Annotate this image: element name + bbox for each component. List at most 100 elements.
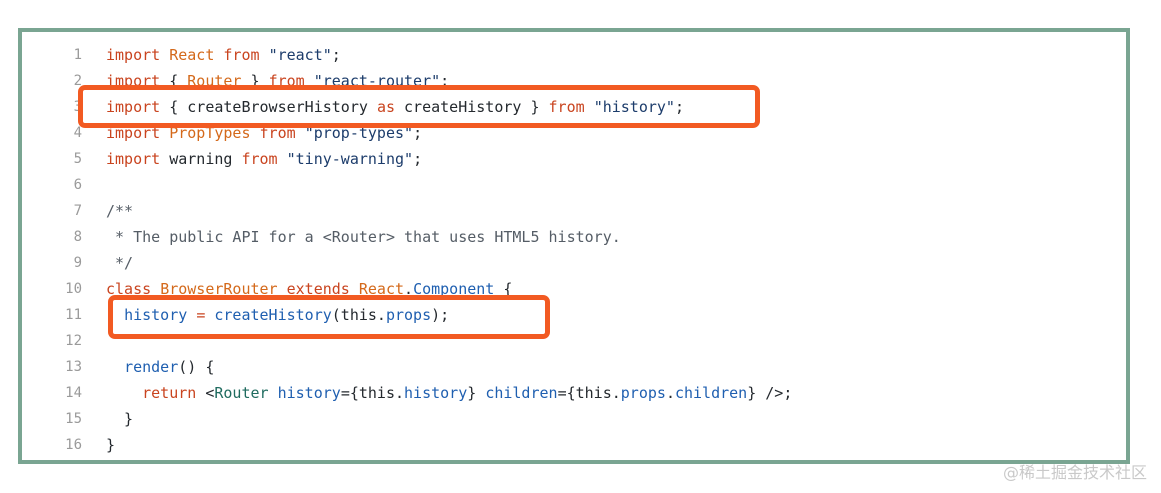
- code-token: PropTypes: [169, 124, 251, 142]
- code-line: 16}: [22, 432, 1126, 458]
- code-token: (this.: [331, 306, 386, 324]
- code-token: Router: [214, 384, 269, 402]
- code-text: import warning from "tiny-warning";: [106, 146, 422, 172]
- code-token: from: [223, 46, 260, 64]
- code-token: from: [268, 72, 305, 90]
- code-line: 10 class BrowserRouter extends React.Comp…: [22, 276, 1126, 302]
- code-token: history: [404, 384, 468, 402]
- code-token: import: [106, 46, 161, 64]
- code-token: "history": [593, 98, 675, 116]
- code-token: import: [106, 72, 161, 90]
- code-token: Component: [413, 280, 495, 298]
- code-text: history = createHistory(this.props);: [106, 302, 449, 328]
- code-token: ={this.: [340, 384, 405, 402]
- code-token: */: [106, 254, 134, 272]
- code-token: children: [485, 384, 558, 402]
- line-number: 6: [73, 177, 82, 193]
- line-number: 13: [65, 359, 82, 375]
- code-text: class BrowserRouter extends React.Compon…: [106, 276, 512, 302]
- code-text: import { createBrowserHistory as createH…: [106, 94, 684, 120]
- code-token: React: [358, 280, 405, 298]
- code-token: ;: [413, 124, 423, 142]
- code-token: );: [431, 306, 450, 324]
- code-token: }: [106, 436, 116, 454]
- code-token: "react-router": [313, 72, 441, 90]
- code-token: props: [620, 384, 666, 402]
- code-token: } />;: [747, 384, 793, 402]
- code-token: React: [169, 46, 215, 64]
- code-text: */: [106, 250, 133, 276]
- code-text: * The public API for a <Router> that use…: [106, 224, 621, 250]
- code-token: import: [106, 150, 161, 168]
- code-token: from: [548, 98, 585, 116]
- code-text: import { Router } from "react-router";: [106, 68, 449, 94]
- code-token: return: [142, 384, 197, 402]
- code-line: 11 history = createHistory(this.props);: [22, 302, 1126, 328]
- code-line: 15 }: [22, 406, 1126, 432]
- code-token: createHistory }: [395, 98, 549, 116]
- line-number: 8: [73, 229, 82, 245]
- code-token: ;: [440, 72, 450, 90]
- code-token: * The public API for a <Router> that use…: [106, 228, 621, 246]
- code-text: }: [106, 406, 133, 432]
- watermark: @稀土掘金技术社区: [1002, 463, 1147, 482]
- code-token: class: [106, 280, 152, 298]
- code-token: props: [385, 306, 432, 324]
- code-text: import PropTypes from "prop-types";: [106, 120, 422, 146]
- code-token: {: [494, 280, 513, 298]
- code-line: 12: [22, 328, 1126, 354]
- code-text: import React from "react";: [106, 42, 341, 68]
- code-token: history: [124, 306, 188, 324]
- code-line: 4 import PropTypes from "prop-types";: [22, 120, 1126, 146]
- code-token: ;: [413, 150, 423, 168]
- code-token: warning: [160, 150, 242, 168]
- code-token: "tiny-warning": [286, 150, 414, 168]
- code-line: 8 * The public API for a <Router> that u…: [22, 224, 1126, 250]
- line-number: 9: [73, 255, 82, 271]
- code-frame: 1 import React from "react"; 2 import { Rou…: [18, 28, 1130, 464]
- code-token: () {: [178, 358, 215, 376]
- code-token: from: [259, 124, 296, 142]
- code-token: ;: [331, 46, 341, 64]
- line-number: 16: [65, 437, 82, 453]
- code-line: 5 import warning from "tiny-warning";: [22, 146, 1126, 172]
- code-token: from: [241, 150, 278, 168]
- code-token: /**: [106, 202, 134, 220]
- code-line: 1 import React from "react";: [22, 42, 1126, 68]
- line-number: 7: [73, 203, 82, 219]
- line-number: 5: [73, 151, 82, 167]
- code-token: "prop-types": [304, 124, 414, 142]
- code-token: import: [106, 124, 161, 142]
- code-line: 9 */: [22, 250, 1126, 276]
- code-token: }: [467, 384, 486, 402]
- code-text: }: [106, 432, 115, 458]
- code-token: { createBrowserHistory: [160, 98, 377, 116]
- line-number: 14: [65, 385, 82, 401]
- code-block: 1 import React from "react"; 2 import { Rou…: [22, 42, 1126, 458]
- line-number: 11: [65, 307, 82, 323]
- code-token: }: [241, 72, 269, 90]
- code-token: extends: [286, 280, 350, 298]
- code-token: createHistory: [214, 306, 332, 324]
- code-token: .: [404, 280, 414, 298]
- code-line: 3 import { createBrowserHistory as create…: [22, 94, 1126, 120]
- code-token: =: [196, 306, 206, 324]
- line-number: 3: [73, 99, 82, 115]
- line-number: 4: [73, 125, 82, 141]
- code-text: /**: [106, 198, 133, 224]
- code-line: 7 /**: [22, 198, 1126, 224]
- code-token: }: [106, 410, 134, 428]
- code-token: ;: [674, 98, 684, 116]
